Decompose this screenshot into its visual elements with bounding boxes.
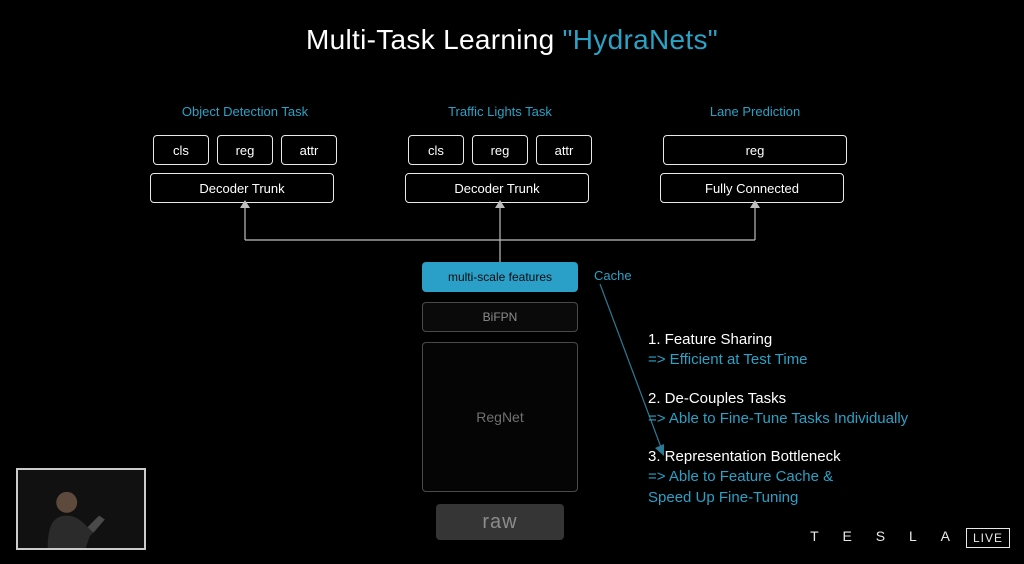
benefit-sub: => Able to Feature Cache & Speed Up Fine…: [648, 467, 1008, 508]
benefit-item: 3. Representation Bottleneck => Able to …: [648, 447, 1008, 508]
benefits-list: 1. Feature Sharing => Efficient at Test …: [648, 330, 1008, 526]
head-box-reg: reg: [472, 135, 528, 165]
raw-box: raw: [436, 504, 564, 540]
task-label: Object Detection Task: [150, 104, 340, 119]
benefit-head: 2. De-Couples Tasks: [648, 389, 1008, 409]
head-box-cls: cls: [408, 135, 464, 165]
task-label: Lane Prediction: [660, 104, 850, 119]
task-column-lane-prediction: Lane Prediction reg Fully Connected: [660, 104, 850, 203]
task-label: Traffic Lights Task: [405, 104, 595, 119]
bifpn-box: BiFPN: [422, 302, 578, 332]
benefit-head: 1. Feature Sharing: [648, 330, 1008, 350]
trunk-box: Decoder Trunk: [405, 173, 589, 203]
benefit-head: 3. Representation Bottleneck: [648, 447, 1008, 467]
task-column-traffic-lights: Traffic Lights Task cls reg attr Decoder…: [405, 104, 595, 203]
cache-label: Cache: [594, 268, 632, 283]
title-term: "HydraNets": [563, 24, 718, 55]
task-column-object-detection: Object Detection Task cls reg attr Decod…: [150, 104, 340, 203]
head-box-attr: attr: [536, 135, 592, 165]
tesla-logo-text: T E S L A: [810, 528, 960, 544]
benefit-sub: => Able to Fine-Tune Tasks Individually: [648, 409, 1008, 429]
live-badge: LIVE: [966, 528, 1010, 548]
slide-title: Multi-Task Learning "HydraNets": [0, 24, 1024, 56]
title-prefix: Multi-Task Learning: [306, 24, 563, 55]
trunk-box: Decoder Trunk: [150, 173, 334, 203]
head-box-attr: attr: [281, 135, 337, 165]
head-box-reg: reg: [217, 135, 273, 165]
regnet-box: RegNet: [422, 342, 578, 492]
benefit-sub: => Efficient at Test Time: [648, 350, 1008, 370]
benefit-item: 1. Feature Sharing => Efficient at Test …: [648, 330, 1008, 371]
presenter-thumbnail: [16, 468, 146, 550]
head-box-cls: cls: [153, 135, 209, 165]
multi-scale-features-box: multi-scale features: [422, 262, 578, 292]
trunk-box: Fully Connected: [660, 173, 844, 203]
benefit-item: 2. De-Couples Tasks => Able to Fine-Tune…: [648, 389, 1008, 430]
head-box-reg: reg: [663, 135, 847, 165]
